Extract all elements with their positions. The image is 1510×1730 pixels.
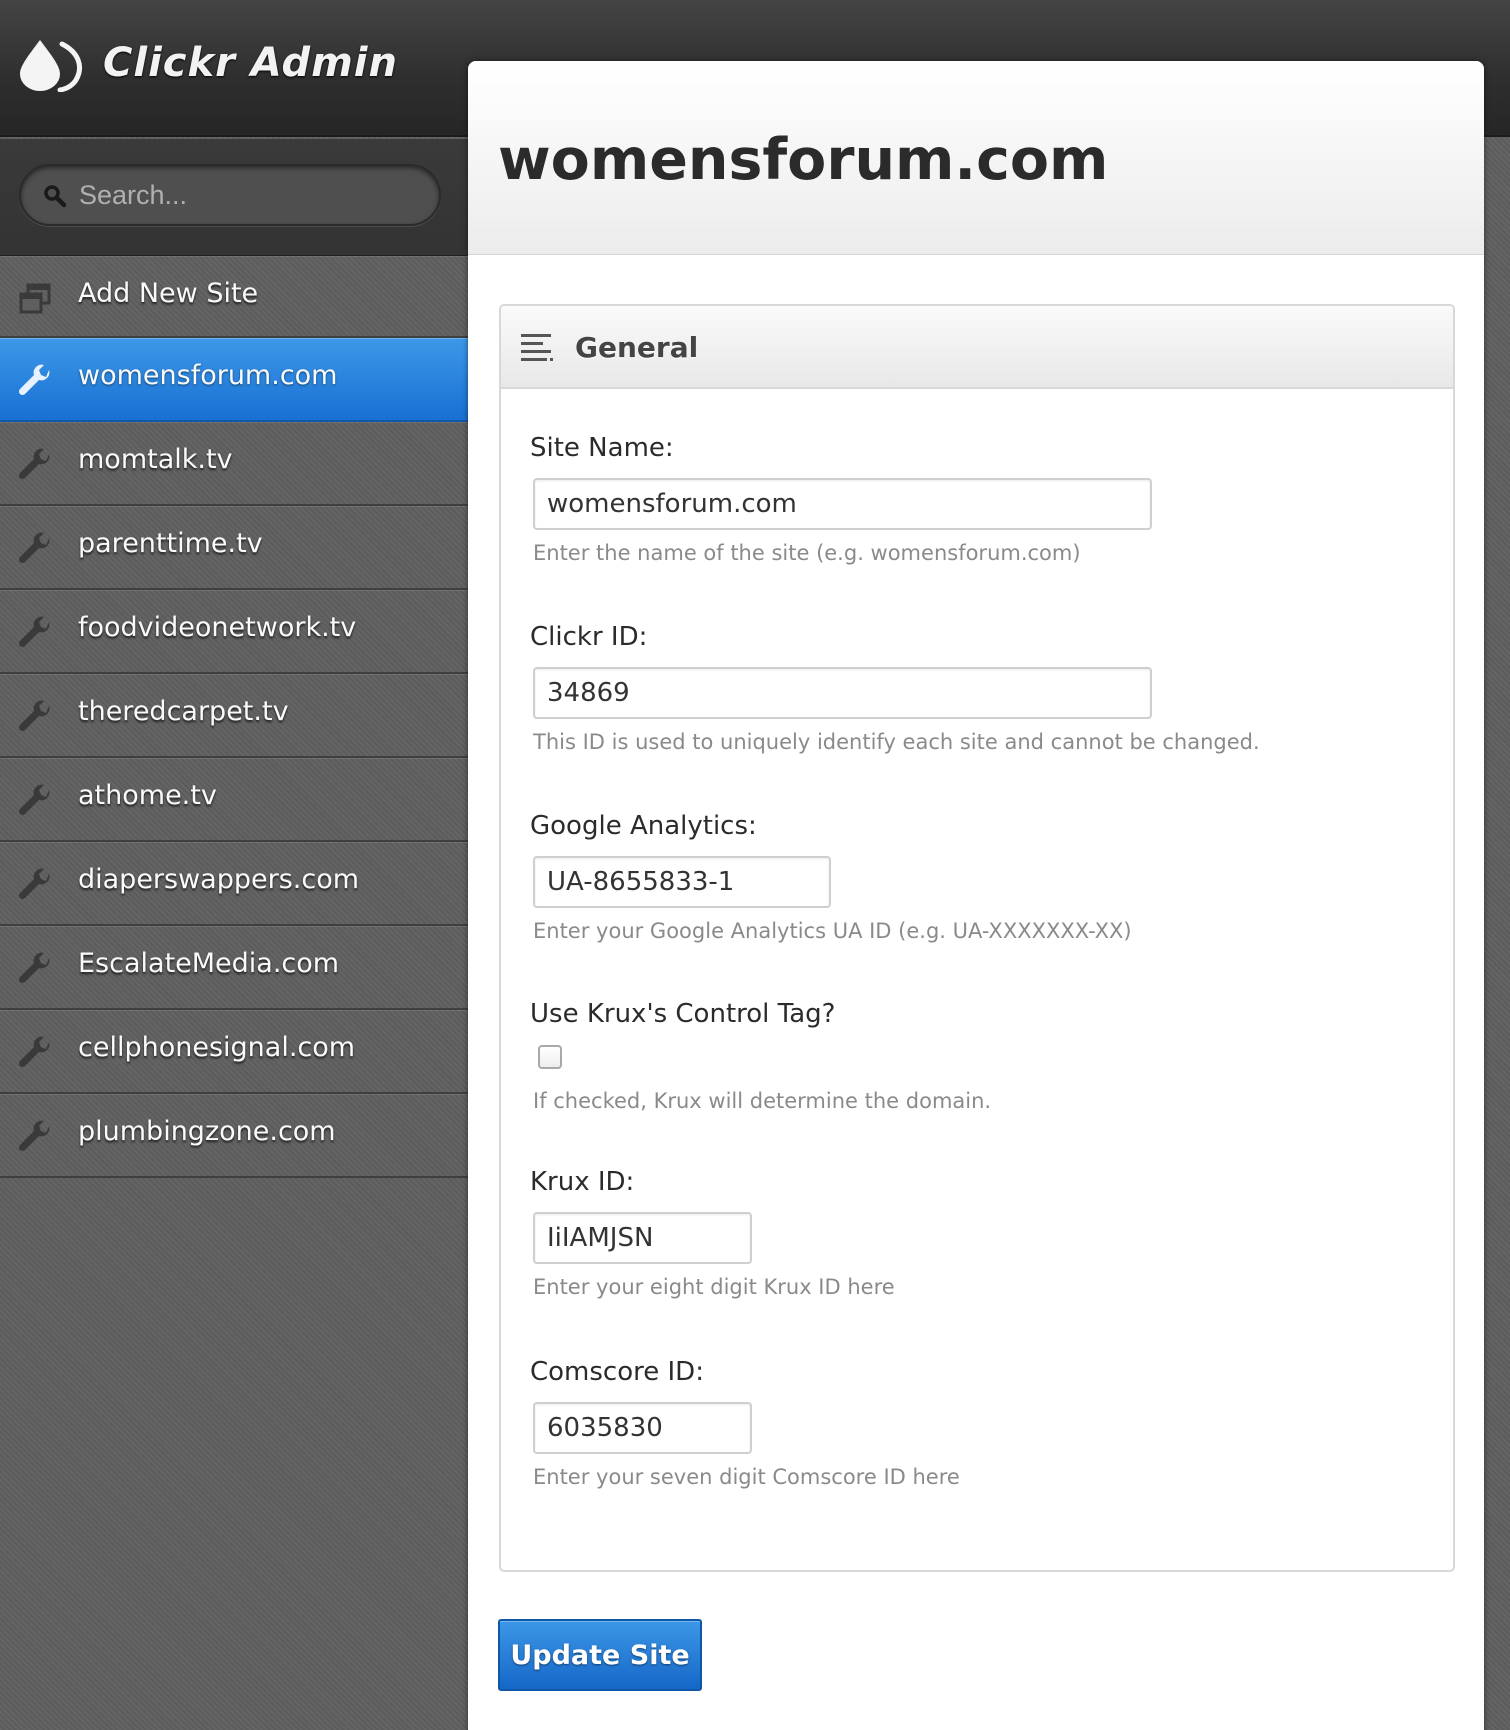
- search-input[interactable]: [79, 174, 419, 216]
- sidebar-item-label: athome.tv: [78, 780, 217, 811]
- sidebar-item-add-new-site[interactable]: Add New Site: [0, 256, 468, 338]
- krux-control-tag-field: Use Krux's Control Tag? If checked, Krux…: [530, 999, 991, 1113]
- main-content-panel: womensforum.com General Site Name: Enter…: [468, 61, 1484, 1730]
- page-title: womensforum.com: [498, 127, 1109, 193]
- google-analytics-input[interactable]: [533, 856, 831, 908]
- comscore-id-field: Comscore ID: Enter your seven digit Coms…: [530, 1357, 960, 1489]
- google-analytics-label: Google Analytics:: [530, 811, 757, 841]
- sidebar-search-area: [0, 139, 468, 256]
- sidebar-item-diaperswappers[interactable]: diaperswappers.com: [0, 842, 468, 926]
- search-box[interactable]: [19, 164, 441, 226]
- comscore-id-help: Enter your seven digit Comscore ID here: [533, 1465, 960, 1489]
- site-name-field: Site Name: Enter the name of the site (e…: [530, 433, 1152, 565]
- site-name-help: Enter the name of the site (e.g. womensf…: [533, 541, 1081, 565]
- align-left-lines-icon: [521, 334, 553, 361]
- sidebar-item-parenttime[interactable]: parenttime.tv: [0, 506, 468, 590]
- wrench-icon: [18, 700, 50, 732]
- wrench-icon: [18, 532, 50, 564]
- sidebar-item-label: plumbingzone.com: [78, 1116, 336, 1147]
- app-title: Clickr Admin: [103, 40, 398, 86]
- sidebar-item-womensforum[interactable]: womensforum.com: [0, 338, 468, 422]
- clickr-id-label: Clickr ID:: [530, 622, 648, 652]
- sidebar-item-label: momtalk.tv: [78, 444, 233, 475]
- sidebar-item-cellphonesignal[interactable]: cellphonesignal.com: [0, 1010, 468, 1094]
- sidebar-item-label: foodvideonetwork.tv: [78, 612, 357, 643]
- sidebar-item-escalatemedia[interactable]: EscalateMedia.com: [0, 926, 468, 1010]
- krux-id-input[interactable]: [533, 1212, 752, 1264]
- google-analytics-field: Google Analytics: Enter your Google Anal…: [530, 811, 1132, 943]
- sidebar-item-momtalk[interactable]: momtalk.tv: [0, 422, 468, 506]
- comscore-id-label: Comscore ID:: [530, 1357, 704, 1387]
- wrench-icon: [18, 784, 50, 816]
- section-header: General: [501, 306, 1453, 389]
- wrench-icon: [18, 364, 50, 396]
- google-analytics-help: Enter your Google Analytics UA ID (e.g. …: [533, 919, 1132, 943]
- sidebar-item-label: theredcarpet.tv: [78, 696, 289, 727]
- site-name-label: Site Name:: [530, 433, 674, 463]
- wrench-icon: [18, 1120, 50, 1152]
- krux-control-tag-help: If checked, Krux will determine the doma…: [533, 1089, 992, 1113]
- comscore-id-input[interactable]: [533, 1402, 752, 1454]
- site-name-input[interactable]: [533, 478, 1152, 530]
- sidebar-item-label: cellphonesignal.com: [78, 1032, 356, 1063]
- update-site-button[interactable]: Update Site: [498, 1619, 702, 1691]
- section-title: General: [575, 331, 699, 364]
- add-windows-icon: [19, 283, 51, 314]
- wrench-icon: [18, 1036, 50, 1068]
- sidebar-item-label: EscalateMedia.com: [78, 948, 340, 979]
- wrench-icon: [18, 616, 50, 648]
- water-drop-logo-icon: [20, 40, 82, 92]
- page-header: womensforum.com: [468, 61, 1484, 255]
- wrench-icon: [18, 448, 50, 480]
- krux-id-field: Krux ID: Enter your eight digit Krux ID …: [530, 1167, 895, 1299]
- krux-id-label: Krux ID:: [530, 1167, 635, 1197]
- general-settings-box: General Site Name: Enter the name of the…: [499, 304, 1455, 1572]
- sidebar-item-label: diaperswappers.com: [78, 864, 360, 895]
- sidebar-item-label: womensforum.com: [78, 360, 338, 391]
- sidebar-item-label: Add New Site: [78, 278, 259, 309]
- krux-control-tag-label: Use Krux's Control Tag?: [530, 999, 836, 1029]
- sidebar-item-theredcarpet[interactable]: theredcarpet.tv: [0, 674, 468, 758]
- wrench-icon: [18, 952, 50, 984]
- clickr-id-field: Clickr ID: This ID is used to uniquely i…: [530, 622, 1260, 754]
- clickr-id-input[interactable]: [533, 667, 1152, 719]
- site-navigation: Add New Site womensforum.com momtalk.tv …: [0, 256, 468, 1178]
- sidebar-item-plumbingzone[interactable]: plumbingzone.com: [0, 1094, 468, 1178]
- krux-id-help: Enter your eight digit Krux ID here: [533, 1275, 895, 1299]
- sidebar-item-athome[interactable]: athome.tv: [0, 758, 468, 842]
- wrench-icon: [18, 868, 50, 900]
- sidebar-item-foodvideonetwork[interactable]: foodvideonetwork.tv: [0, 590, 468, 674]
- search-icon: [44, 185, 67, 208]
- clickr-id-help: This ID is used to uniquely identify eac…: [533, 730, 1260, 754]
- sidebar-item-label: parenttime.tv: [78, 528, 263, 559]
- krux-control-tag-checkbox[interactable]: [538, 1045, 562, 1069]
